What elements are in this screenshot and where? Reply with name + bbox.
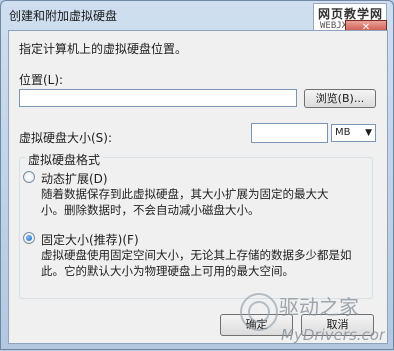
chevron-down-icon: ▼ (365, 128, 372, 138)
cancel-button[interactable]: 取消 (301, 314, 374, 336)
instruction-text: 指定计算机上的虚拟硬盘位置。 (19, 42, 188, 56)
fixed-radio-label[interactable]: 固定大小(推荐)(F) (41, 231, 139, 248)
location-input[interactable] (19, 89, 297, 107)
fixed-desc-line1: 虚拟硬盘使用固定空间大小，无论其上存储的数据多少都是如 (41, 248, 352, 262)
ok-button[interactable]: 确定 (220, 314, 293, 336)
location-label: 位置(L): (19, 73, 64, 87)
fixed-desc-line2: 此。它的默认大小为物理硬盘上可用的最大空间。 (41, 264, 294, 278)
dynamic-desc-line1: 随着数据保存到此虚拟硬盘，其大小扩展为固定的最大大 (41, 187, 329, 201)
fixed-radio[interactable] (23, 232, 35, 244)
format-group-label: 虚拟硬盘格式 (25, 151, 104, 168)
size-input[interactable] (251, 123, 328, 143)
dialog-window: 创建和附加虚拟硬盘 网页教学网 WEBJX.COM ✕ 指定计算机上的虚拟硬盘位… (0, 0, 394, 350)
dynamic-radio[interactable] (23, 171, 35, 183)
size-label: 虚拟硬盘大小(S): (19, 131, 113, 145)
browse-button[interactable]: 浏览(B)... (304, 89, 376, 108)
dialog-client-area: 指定计算机上的虚拟硬盘位置。 位置(L): 浏览(B)... 虚拟硬盘大小(S)… (8, 30, 388, 344)
size-unit-value: MB (335, 127, 351, 138)
dynamic-desc-line2: 小。删除数据时，不会自动减小磁盘大小。 (41, 203, 260, 217)
dynamic-radio-label[interactable]: 动态扩展(D) (41, 170, 108, 187)
size-unit-select[interactable]: MB ▼ (331, 124, 376, 142)
window-title: 创建和附加虚拟硬盘 (9, 9, 118, 23)
